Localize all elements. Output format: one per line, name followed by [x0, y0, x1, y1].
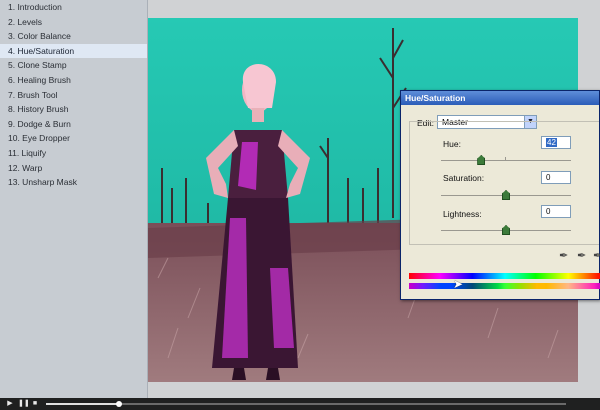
- stop-icon[interactable]: ■: [31, 400, 39, 408]
- saturation-slider-thumb[interactable]: [502, 190, 510, 200]
- eyedropper-minus-icon[interactable]: ✒: [593, 249, 600, 262]
- source-color-bar: [409, 273, 600, 279]
- lightness-label: Lightness:: [443, 209, 482, 219]
- hue-slider-thumb[interactable]: [477, 155, 486, 165]
- lightness-slider-thumb[interactable]: [502, 225, 510, 235]
- lesson-item[interactable]: 9. Dodge & Burn: [0, 117, 147, 132]
- lesson-item[interactable]: 4. Hue/Saturation: [0, 43, 147, 59]
- seek-bar[interactable]: [46, 401, 566, 407]
- lesson-list: 1. Introduction 2. Levels 3. Color Balance…: [0, 0, 147, 190]
- mouse-cursor-icon: ➤: [453, 277, 464, 291]
- seek-handle[interactable]: [115, 401, 122, 407]
- saturation-slider[interactable]: [441, 188, 571, 200]
- pause-icon[interactable]: ❚❚: [18, 400, 30, 408]
- lesson-item[interactable]: 8. History Brush: [0, 102, 147, 117]
- lesson-item[interactable]: 11. Liquify: [0, 146, 147, 161]
- lesson-item[interactable]: 3. Color Balance: [0, 29, 147, 44]
- lesson-sidebar: 1. Introduction 2. Levels 3. Color Balance…: [0, 0, 148, 398]
- eyedropper-icon[interactable]: ✒: [559, 249, 568, 262]
- play-icon[interactable]: ▶: [6, 400, 14, 408]
- lesson-item[interactable]: 6. Healing Brush: [0, 73, 147, 88]
- lightness-field[interactable]: 0: [541, 205, 571, 218]
- lesson-item[interactable]: 7. Brush Tool: [0, 88, 147, 103]
- result-color-bar: [409, 283, 600, 289]
- saturation-label: Saturation:: [443, 173, 485, 183]
- video-player-controls: ▶ ❚❚ ■: [0, 398, 600, 410]
- lesson-item[interactable]: 13. Unsharp Mask: [0, 175, 147, 190]
- dialog-title[interactable]: Hue/Saturation: [401, 91, 599, 105]
- hue-saturation-dialog: Hue/Saturation Edit: Master ▼ Hue: 42 Sa…: [400, 90, 600, 300]
- hue-label: Hue:: [443, 139, 461, 149]
- lesson-item[interactable]: 10. Eye Dropper: [0, 131, 147, 146]
- lesson-item[interactable]: 2. Levels: [0, 15, 147, 30]
- lesson-item[interactable]: 1. Introduction: [0, 0, 147, 15]
- eyedropper-plus-icon[interactable]: ✒: [577, 249, 586, 262]
- saturation-field[interactable]: 0: [541, 171, 571, 184]
- lesson-item[interactable]: 12. Warp: [0, 161, 147, 176]
- lightness-slider[interactable]: [441, 223, 571, 235]
- hue-slider[interactable]: [441, 153, 571, 165]
- hue-field[interactable]: 42: [541, 136, 571, 149]
- lesson-item[interactable]: 5. Clone Stamp: [0, 58, 147, 73]
- seek-progress: [46, 403, 119, 405]
